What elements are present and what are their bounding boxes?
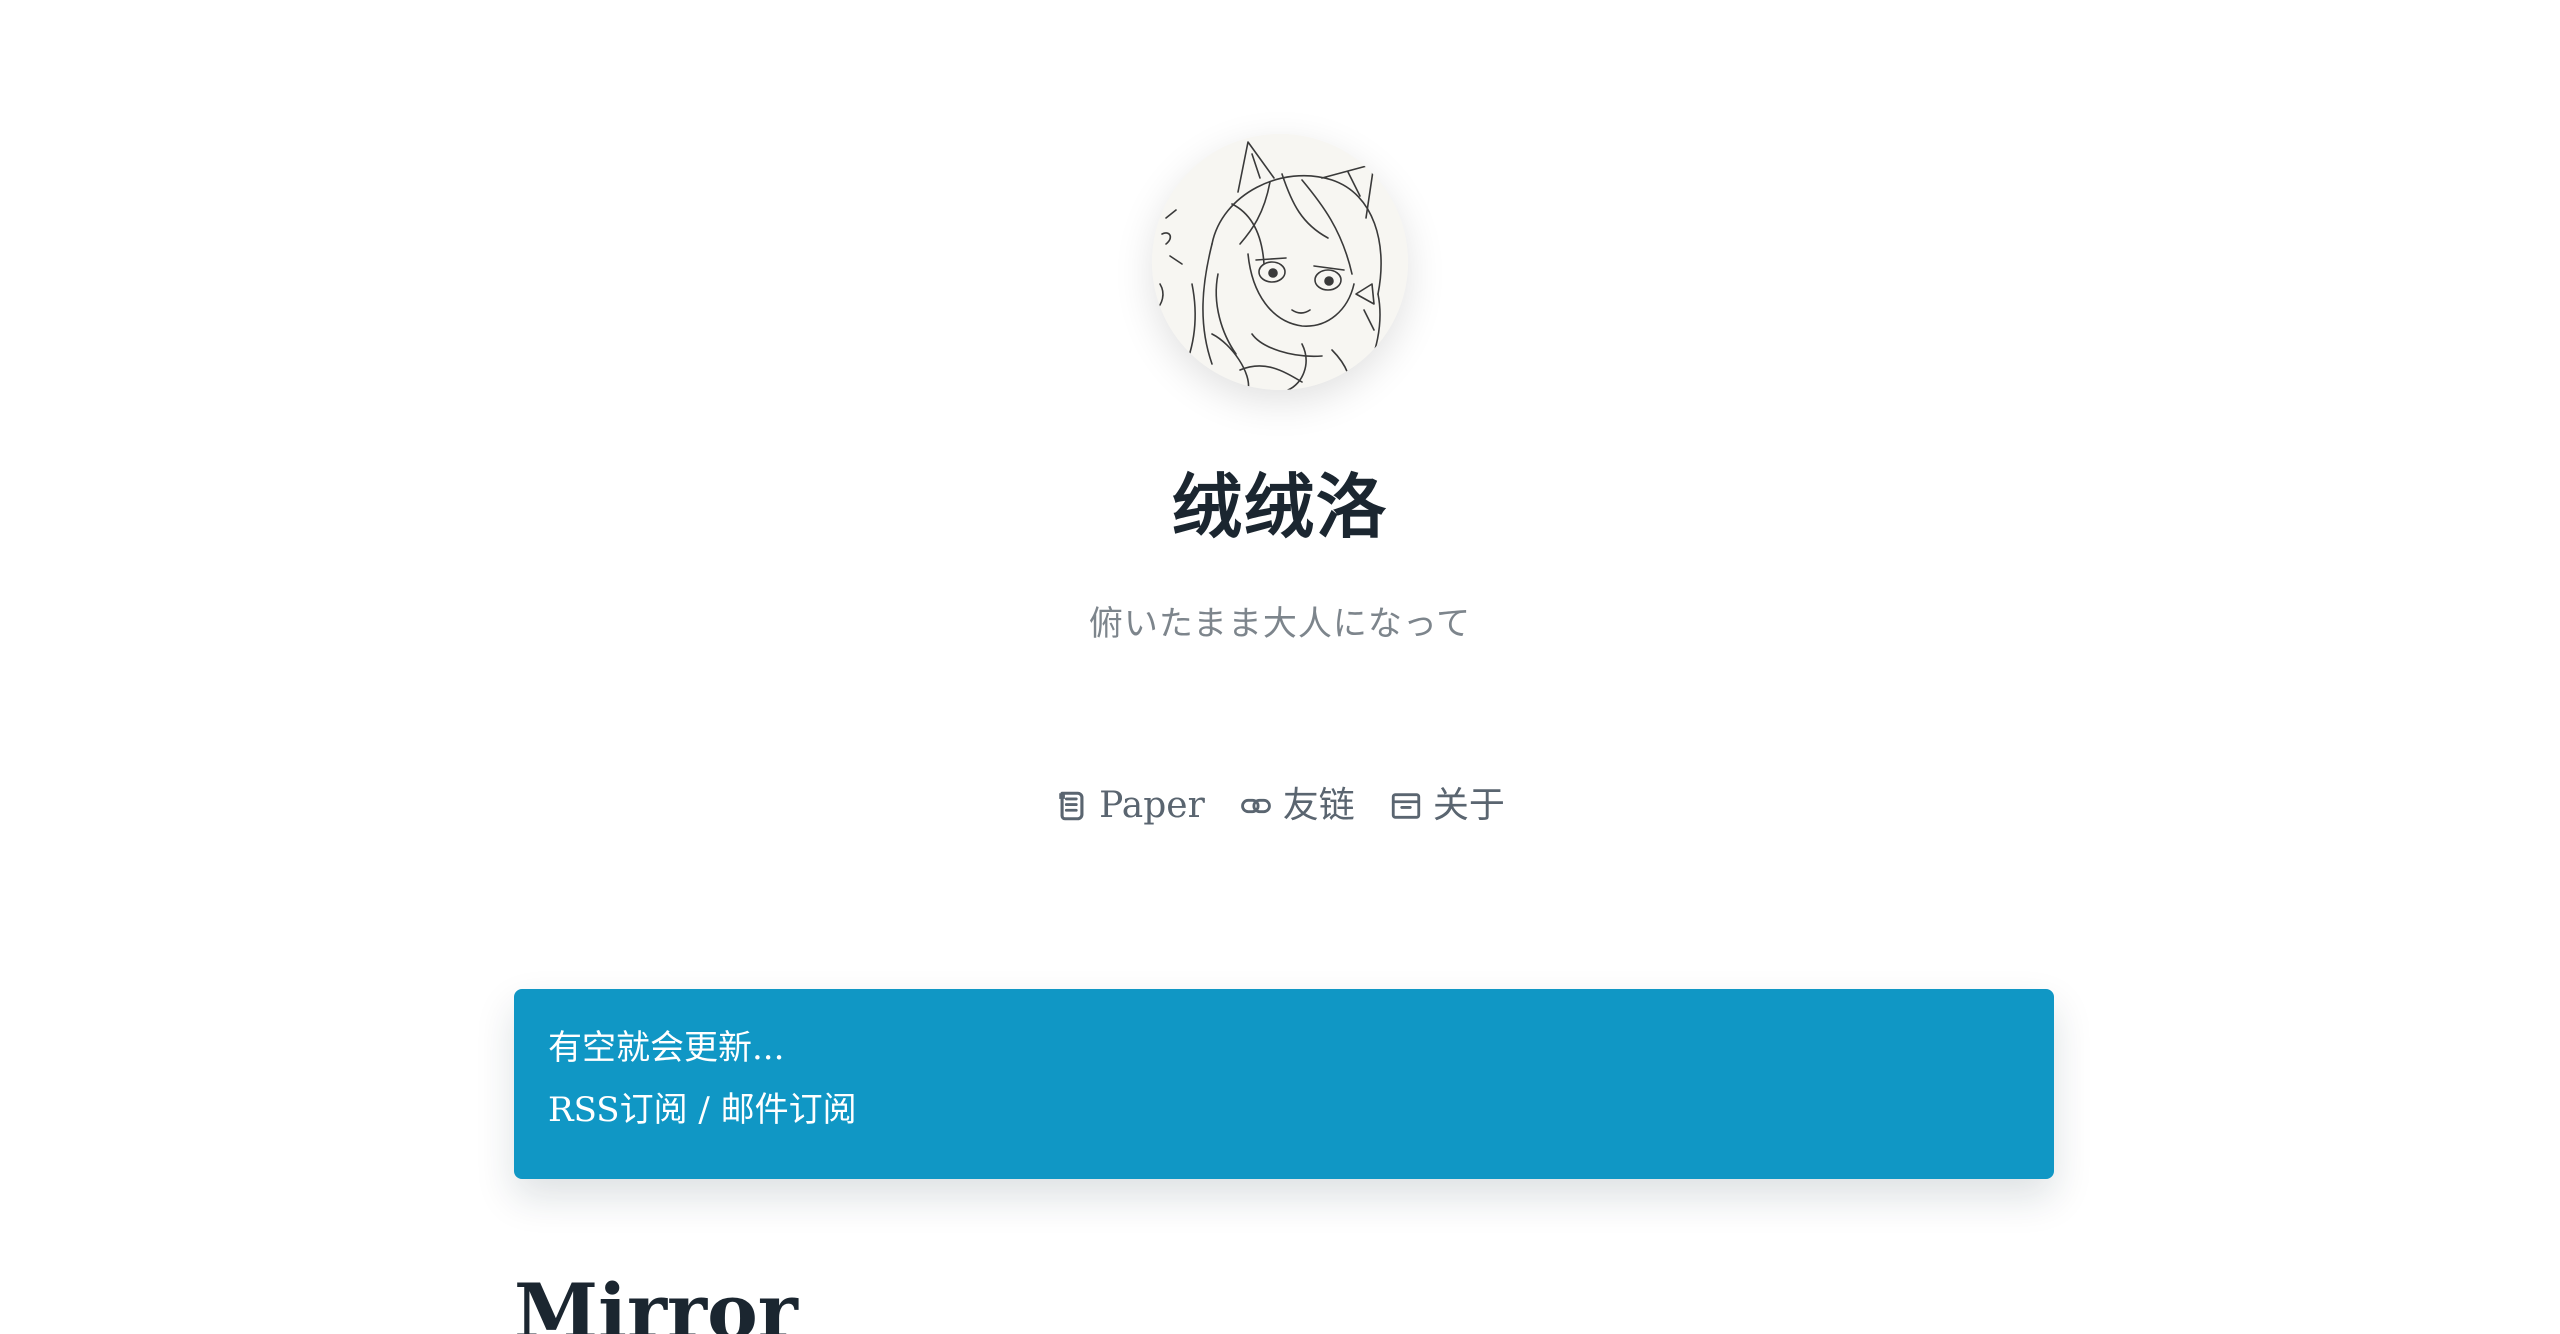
link-separator: / — [687, 1090, 721, 1130]
site-subtitle: 俯いたまま大人になって — [1088, 604, 1472, 644]
rss-subscribe-link[interactable]: RSS订阅 — [548, 1090, 688, 1130]
site-title[interactable]: 绒绒洛 — [0, 462, 2560, 552]
main-nav: Paper 友链 关于 — [0, 778, 2560, 834]
nav-item-about[interactable]: 关于 — [1389, 778, 1505, 834]
nav-item-paper[interactable]: Paper — [1055, 778, 1205, 834]
page: 绒绒洛 俯いたまま大人になって Paper 友链 关于 有空就会更新... RS… — [0, 0, 2560, 1334]
nav-item-label: 友链 — [1282, 785, 1355, 826]
avatar[interactable] — [1152, 134, 1408, 390]
nav-item-label: 关于 — [1432, 785, 1505, 826]
avatar-sketch-icon — [1152, 134, 1408, 390]
notice-text: 有空就会更新... — [548, 1028, 785, 1068]
email-subscribe-link[interactable]: 邮件订阅 — [721, 1090, 857, 1130]
subscribe-links: RSS订阅 / 邮件订阅 — [548, 1079, 2020, 1141]
nav-item-links[interactable]: 友链 — [1239, 778, 1355, 834]
link-icon — [1239, 789, 1273, 823]
notice-card: 有空就会更新... RSS订阅 / 邮件订阅 — [514, 989, 2054, 1179]
nav-item-label: Paper — [1099, 785, 1205, 826]
archive-box-icon — [1389, 789, 1423, 823]
scroll-icon — [1055, 789, 1089, 823]
section-heading: Mirror — [514, 1267, 798, 1334]
